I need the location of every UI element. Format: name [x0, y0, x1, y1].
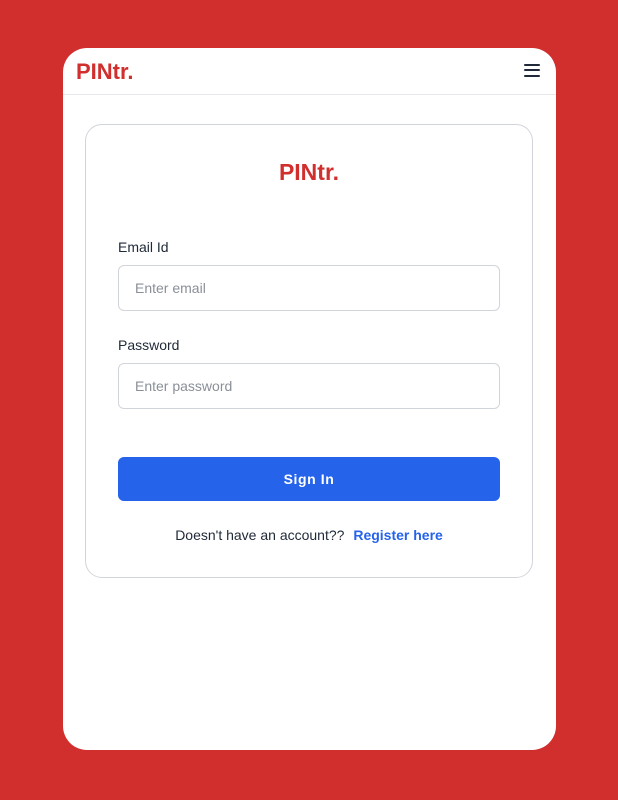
menu-line: [524, 69, 540, 71]
register-prompt: Doesn't have an account??: [175, 527, 345, 543]
top-navbar: PINtr.: [63, 48, 556, 95]
email-label: Email Id: [118, 239, 169, 255]
register-link[interactable]: Register here: [353, 527, 442, 543]
menu-line: [524, 64, 540, 66]
password-input[interactable]: [118, 363, 500, 409]
email-input[interactable]: [118, 265, 500, 311]
login-card: PINtr. Email Id Password Sign In Doesn't…: [85, 124, 533, 578]
sign-in-button[interactable]: Sign In: [118, 457, 500, 501]
card-logo-title: PINtr.: [278, 159, 340, 185]
menu-line: [524, 75, 540, 77]
nav-logo[interactable]: PINtr.: [76, 59, 133, 85]
app-frame: PINtr. PINtr. Email Id Password Sign In …: [63, 48, 556, 750]
password-label: Password: [118, 337, 180, 353]
hamburger-menu-icon[interactable]: [524, 64, 540, 77]
register-row: Doesn't have an account?? Register here: [86, 527, 532, 544]
